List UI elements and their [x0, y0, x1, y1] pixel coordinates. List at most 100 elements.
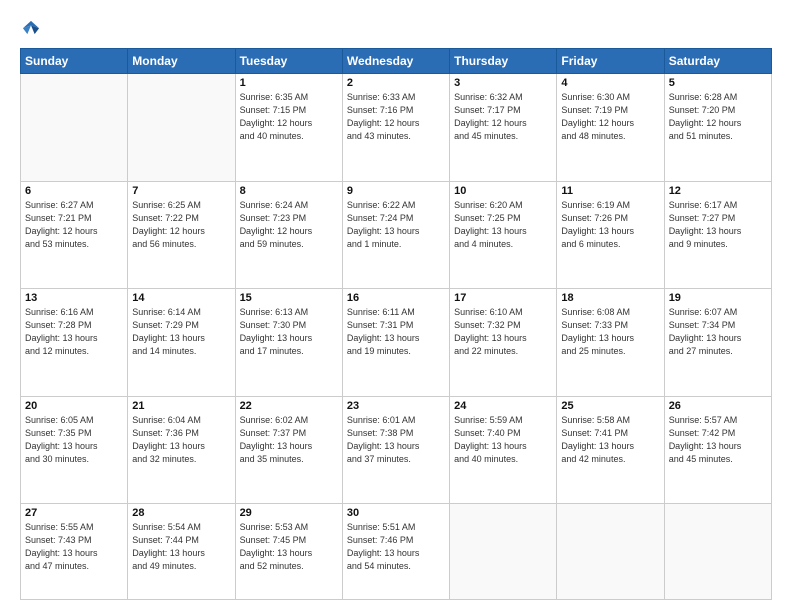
- day-info: Sunrise: 6:10 AM Sunset: 7:32 PM Dayligh…: [454, 306, 552, 358]
- calendar-cell: 19 Sunrise: 6:07 AM Sunset: 7:34 PM Dayli…: [664, 289, 771, 397]
- calendar-week-row: 27Sunrise: 5:55 AM Sunset: 7:43 PM Dayli…: [21, 504, 772, 600]
- day-info: Sunrise: 6:22 AM Sunset: 7:24 PM Dayligh…: [347, 199, 445, 251]
- calendar-cell: [450, 504, 557, 600]
- day-number: 28: [132, 507, 230, 519]
- logo: [20, 18, 46, 40]
- calendar-cell: 30 Sunrise: 5:51 AM Sunset: 7:46 PM Dayli…: [342, 504, 449, 600]
- day-info: Sunrise: 6:14 AM Sunset: 7:29 PM Dayligh…: [132, 306, 230, 358]
- calendar-cell: 6 Sunrise: 6:27 AM Sunset: 7:21 PM Daylig…: [21, 181, 128, 289]
- day-number: 18: [561, 292, 659, 304]
- day-info: Sunrise: 6:32 AM Sunset: 7:17 PM Dayligh…: [454, 91, 552, 143]
- day-number: 4: [561, 77, 659, 89]
- calendar-cell: 10 Sunrise: 6:20 AM Sunset: 7:25 PM Dayli…: [450, 181, 557, 289]
- calendar-cell: [128, 74, 235, 182]
- day-number: 19: [669, 292, 767, 304]
- day-info: Sunrise: 6:35 AM Sunset: 7:15 PM Dayligh…: [240, 91, 338, 143]
- col-header-wednesday: Wednesday: [342, 49, 449, 74]
- day-info: Sunrise: 6:28 AM Sunset: 7:20 PM Dayligh…: [669, 91, 767, 143]
- calendar-cell: 1Sunrise: 6:35 AM Sunset: 7:15 PM Daylig…: [235, 74, 342, 182]
- calendar-cell: [557, 504, 664, 600]
- calendar-cell: 22 Sunrise: 6:02 AM Sunset: 7:37 PM Dayli…: [235, 396, 342, 504]
- day-info: Sunrise: 6:27 AM Sunset: 7:21 PM Dayligh…: [25, 199, 123, 251]
- day-info: Sunrise: 6:24 AM Sunset: 7:23 PM Dayligh…: [240, 199, 338, 251]
- day-info: Sunrise: 6:07 AM Sunset: 7:34 PM Dayligh…: [669, 306, 767, 358]
- calendar-cell: 29Sunrise: 5:53 AM Sunset: 7:45 PM Dayli…: [235, 504, 342, 600]
- day-number: 14: [132, 292, 230, 304]
- col-header-tuesday: Tuesday: [235, 49, 342, 74]
- calendar-table: SundayMondayTuesdayWednesdayThursdayFrid…: [20, 48, 772, 600]
- calendar-cell: 13 Sunrise: 6:16 AM Sunset: 7:28 PM Dayli…: [21, 289, 128, 397]
- calendar-week-row: 20 Sunrise: 6:05 AM Sunset: 7:35 PM Dayli…: [21, 396, 772, 504]
- day-number: 23: [347, 400, 445, 412]
- day-number: 12: [669, 185, 767, 197]
- day-number: 11: [561, 185, 659, 197]
- day-info: Sunrise: 6:05 AM Sunset: 7:35 PM Dayligh…: [25, 414, 123, 466]
- day-info: Sunrise: 5:59 AM Sunset: 7:40 PM Dayligh…: [454, 414, 552, 466]
- day-info: Sunrise: 5:51 AM Sunset: 7:46 PM Dayligh…: [347, 521, 445, 573]
- day-info: Sunrise: 5:54 AM Sunset: 7:44 PM Dayligh…: [132, 521, 230, 573]
- calendar-cell: 25 Sunrise: 5:58 AM Sunset: 7:41 PM Dayli…: [557, 396, 664, 504]
- day-number: 10: [454, 185, 552, 197]
- day-info: Sunrise: 5:57 AM Sunset: 7:42 PM Dayligh…: [669, 414, 767, 466]
- day-number: 22: [240, 400, 338, 412]
- calendar-cell: [21, 74, 128, 182]
- calendar-cell: 4 Sunrise: 6:30 AM Sunset: 7:19 PM Daylig…: [557, 74, 664, 182]
- calendar-cell: 24 Sunrise: 5:59 AM Sunset: 7:40 PM Dayli…: [450, 396, 557, 504]
- day-info: Sunrise: 6:11 AM Sunset: 7:31 PM Dayligh…: [347, 306, 445, 358]
- calendar-cell: 12Sunrise: 6:17 AM Sunset: 7:27 PM Dayli…: [664, 181, 771, 289]
- day-info: Sunrise: 6:16 AM Sunset: 7:28 PM Dayligh…: [25, 306, 123, 358]
- day-info: Sunrise: 6:02 AM Sunset: 7:37 PM Dayligh…: [240, 414, 338, 466]
- col-header-thursday: Thursday: [450, 49, 557, 74]
- day-info: Sunrise: 6:20 AM Sunset: 7:25 PM Dayligh…: [454, 199, 552, 251]
- calendar-week-row: 6 Sunrise: 6:27 AM Sunset: 7:21 PM Daylig…: [21, 181, 772, 289]
- day-number: 17: [454, 292, 552, 304]
- day-number: 9: [347, 185, 445, 197]
- day-number: 15: [240, 292, 338, 304]
- day-number: 5: [669, 77, 767, 89]
- calendar-cell: 21 Sunrise: 6:04 AM Sunset: 7:36 PM Dayli…: [128, 396, 235, 504]
- day-number: 3: [454, 77, 552, 89]
- calendar-cell: 8 Sunrise: 6:24 AM Sunset: 7:23 PM Daylig…: [235, 181, 342, 289]
- day-info: Sunrise: 5:58 AM Sunset: 7:41 PM Dayligh…: [561, 414, 659, 466]
- calendar-cell: 11Sunrise: 6:19 AM Sunset: 7:26 PM Dayli…: [557, 181, 664, 289]
- day-info: Sunrise: 6:04 AM Sunset: 7:36 PM Dayligh…: [132, 414, 230, 466]
- day-number: 27: [25, 507, 123, 519]
- day-info: Sunrise: 6:13 AM Sunset: 7:30 PM Dayligh…: [240, 306, 338, 358]
- calendar-cell: 9 Sunrise: 6:22 AM Sunset: 7:24 PM Daylig…: [342, 181, 449, 289]
- day-info: Sunrise: 6:30 AM Sunset: 7:19 PM Dayligh…: [561, 91, 659, 143]
- calendar-cell: 23 Sunrise: 6:01 AM Sunset: 7:38 PM Dayli…: [342, 396, 449, 504]
- calendar-cell: 5 Sunrise: 6:28 AM Sunset: 7:20 PM Daylig…: [664, 74, 771, 182]
- calendar-cell: 27Sunrise: 5:55 AM Sunset: 7:43 PM Dayli…: [21, 504, 128, 600]
- col-header-monday: Monday: [128, 49, 235, 74]
- day-number: 8: [240, 185, 338, 197]
- day-info: Sunrise: 6:01 AM Sunset: 7:38 PM Dayligh…: [347, 414, 445, 466]
- day-number: 30: [347, 507, 445, 519]
- calendar-cell: 14 Sunrise: 6:14 AM Sunset: 7:29 PM Dayli…: [128, 289, 235, 397]
- header: [20, 18, 772, 40]
- day-number: 29: [240, 507, 338, 519]
- day-number: 20: [25, 400, 123, 412]
- day-number: 21: [132, 400, 230, 412]
- calendar-cell: [664, 504, 771, 600]
- day-number: 16: [347, 292, 445, 304]
- calendar-cell: 28 Sunrise: 5:54 AM Sunset: 7:44 PM Dayli…: [128, 504, 235, 600]
- day-number: 13: [25, 292, 123, 304]
- day-number: 7: [132, 185, 230, 197]
- col-header-saturday: Saturday: [664, 49, 771, 74]
- day-info: Sunrise: 6:25 AM Sunset: 7:22 PM Dayligh…: [132, 199, 230, 251]
- col-header-sunday: Sunday: [21, 49, 128, 74]
- day-number: 24: [454, 400, 552, 412]
- calendar-cell: 15 Sunrise: 6:13 AM Sunset: 7:30 PM Dayli…: [235, 289, 342, 397]
- calendar-week-row: 13 Sunrise: 6:16 AM Sunset: 7:28 PM Dayli…: [21, 289, 772, 397]
- page: SundayMondayTuesdayWednesdayThursdayFrid…: [0, 0, 792, 612]
- day-info: Sunrise: 6:33 AM Sunset: 7:16 PM Dayligh…: [347, 91, 445, 143]
- day-number: 6: [25, 185, 123, 197]
- calendar-cell: 26 Sunrise: 5:57 AM Sunset: 7:42 PM Dayli…: [664, 396, 771, 504]
- logo-icon: [20, 18, 42, 40]
- day-number: 25: [561, 400, 659, 412]
- day-number: 26: [669, 400, 767, 412]
- calendar-cell: 7 Sunrise: 6:25 AM Sunset: 7:22 PM Daylig…: [128, 181, 235, 289]
- col-header-friday: Friday: [557, 49, 664, 74]
- day-info: Sunrise: 6:08 AM Sunset: 7:33 PM Dayligh…: [561, 306, 659, 358]
- calendar-header-row: SundayMondayTuesdayWednesdayThursdayFrid…: [21, 49, 772, 74]
